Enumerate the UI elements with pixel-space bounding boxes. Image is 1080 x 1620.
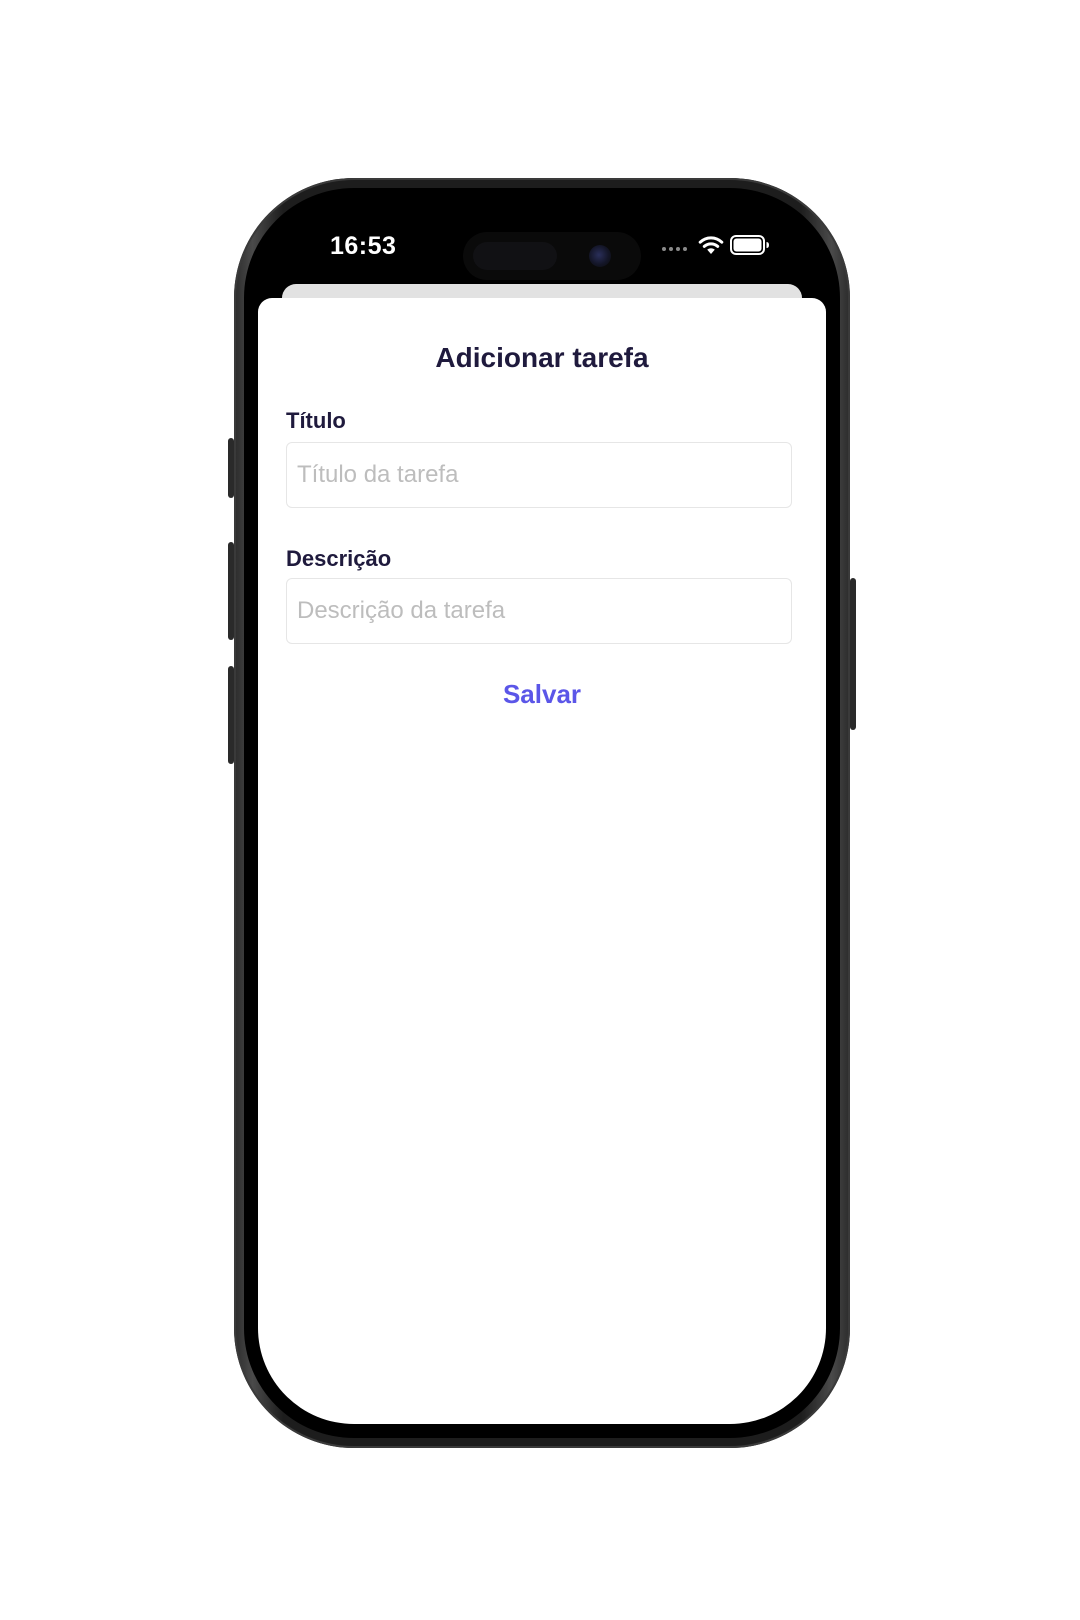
- title-input[interactable]: [286, 442, 792, 508]
- status-time: 16:53: [330, 232, 397, 260]
- battery-icon: [730, 235, 769, 255]
- save-button[interactable]: Salvar: [442, 674, 642, 714]
- title-label: Título: [286, 408, 346, 433]
- wifi-icon: [698, 236, 724, 254]
- status-bar: 16:53: [258, 202, 826, 290]
- dynamic-island: [463, 232, 641, 280]
- signal-dots-icon: [662, 247, 687, 251]
- description-input[interactable]: [286, 578, 792, 644]
- description-label: Descrição: [286, 546, 392, 571]
- front-camera-icon: [589, 245, 611, 267]
- phone-screen: 16:53 Adicionar tarefa Título Título da …: [258, 202, 826, 1424]
- power-button: [850, 578, 856, 730]
- island-sensor: [473, 242, 557, 270]
- add-task-sheet: Adicionar tarefa Título Descrição Salvar: [258, 298, 826, 1424]
- sheet-title: Adicionar tarefa: [435, 342, 649, 373]
- device-stage: 16:53 Adicionar tarefa Título Título da …: [0, 0, 1080, 1620]
